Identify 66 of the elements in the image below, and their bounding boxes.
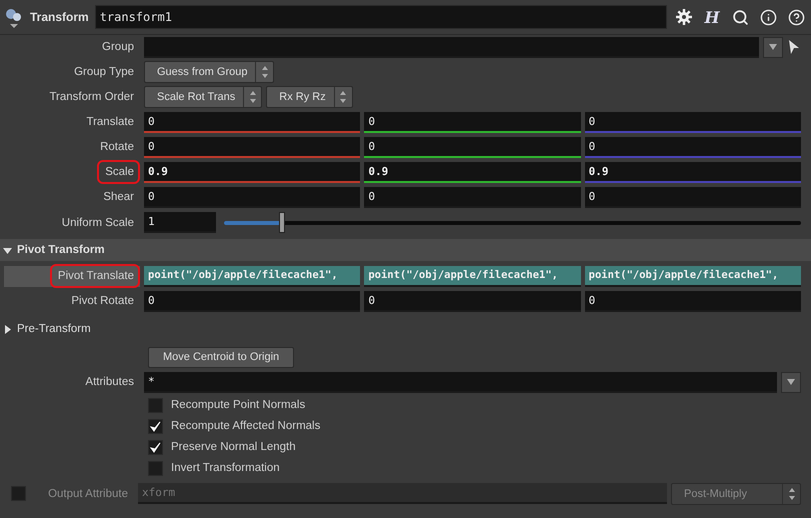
move-centroid-button[interactable]: Move Centroid to Origin <box>148 346 294 368</box>
help-mode-button[interactable]: H <box>701 6 723 28</box>
number-field[interactable]: 1 <box>144 212 216 233</box>
text-field[interactable]: * <box>144 372 777 392</box>
pointer-icon[interactable] <box>787 39 801 55</box>
updown-icon <box>248 90 257 104</box>
checkbox-label: Recompute Point Normals <box>171 399 306 411</box>
parameter-label: Pivot Rotate <box>70 294 135 309</box>
dropdown-button[interactable] <box>763 36 783 58</box>
checkbox[interactable] <box>148 418 163 434</box>
number-field[interactable]: 0 <box>584 290 801 312</box>
number-field[interactable]: 0 <box>364 186 581 208</box>
dropdown-button[interactable] <box>781 372 801 392</box>
caret-right-icon <box>3 324 12 334</box>
parameter-label: Translate <box>85 115 135 130</box>
parameter-label: Group Type <box>73 65 135 80</box>
checkbox-label: Recompute Affected Normals <box>171 420 320 432</box>
caret-down-icon <box>3 246 12 254</box>
node-type-label: Transform <box>30 10 89 24</box>
checkbox[interactable] <box>148 440 163 454</box>
checkbox-label: Invert Transformation <box>171 462 280 474</box>
number-field[interactable]: 0.9 <box>364 162 581 182</box>
parameter-label: Output Attribute <box>47 486 129 502</box>
updown-icon <box>788 486 796 500</box>
number-field[interactable]: 0 <box>144 136 360 158</box>
updown-icon <box>260 65 269 79</box>
number-field[interactable]: 0 <box>364 136 581 158</box>
caret-down-icon <box>787 379 795 385</box>
checkbox-label: Preserve Normal Length <box>171 441 296 453</box>
expression-field[interactable]: point("/obj/apple/filecache1", <box>144 266 360 286</box>
number-field[interactable]: 0 <box>144 290 360 312</box>
checkbox[interactable] <box>148 460 163 476</box>
section-header[interactable]: Pivot Transform <box>0 239 811 261</box>
node-icon[interactable] <box>4 6 24 28</box>
parameter-label: Attributes <box>84 375 135 390</box>
parameter-label: Scale <box>104 165 135 180</box>
number-field[interactable]: 0 <box>584 186 801 208</box>
section-header[interactable]: Pre-Transform <box>0 318 811 340</box>
parameter-label: Group <box>101 40 135 55</box>
slider-handle[interactable] <box>278 212 285 232</box>
node-name-field[interactable]: transform1 <box>94 5 667 29</box>
dropdown-menu[interactable]: Guess from Group <box>144 61 274 83</box>
caret-down-icon <box>769 44 777 50</box>
parameter-label: Pivot Translate <box>56 269 135 284</box>
expression-field[interactable]: point("/obj/apple/filecache1", <box>584 266 801 286</box>
dropdown-menu[interactable]: Scale Rot Trans <box>144 86 262 108</box>
number-field[interactable]: 0 <box>364 290 581 312</box>
text-field[interactable]: xform <box>138 483 667 504</box>
number-field[interactable]: 0 <box>584 112 801 132</box>
number-field[interactable]: 0 <box>364 112 581 132</box>
text-field[interactable] <box>144 36 759 58</box>
updown-icon <box>339 90 348 104</box>
number-field[interactable]: 0 <box>584 136 801 158</box>
parameter-label: Rotate <box>99 140 135 155</box>
checkbox[interactable] <box>11 486 26 501</box>
number-field[interactable]: 0 <box>144 112 360 132</box>
parameter-label: Transform Order <box>48 90 135 105</box>
dropdown-menu[interactable]: Rx Ry Rz <box>266 86 353 108</box>
parameter-label: Uniform Scale <box>60 216 135 230</box>
parameter-label: Shear <box>102 190 135 205</box>
number-field[interactable]: 0.9 <box>584 162 801 182</box>
settings-icon[interactable] <box>673 6 695 28</box>
expression-field[interactable]: point("/obj/apple/filecache1", <box>364 266 581 286</box>
checkbox[interactable] <box>148 398 163 412</box>
number-field[interactable]: 0 <box>144 186 360 208</box>
number-field[interactable]: 0.9 <box>144 162 360 182</box>
